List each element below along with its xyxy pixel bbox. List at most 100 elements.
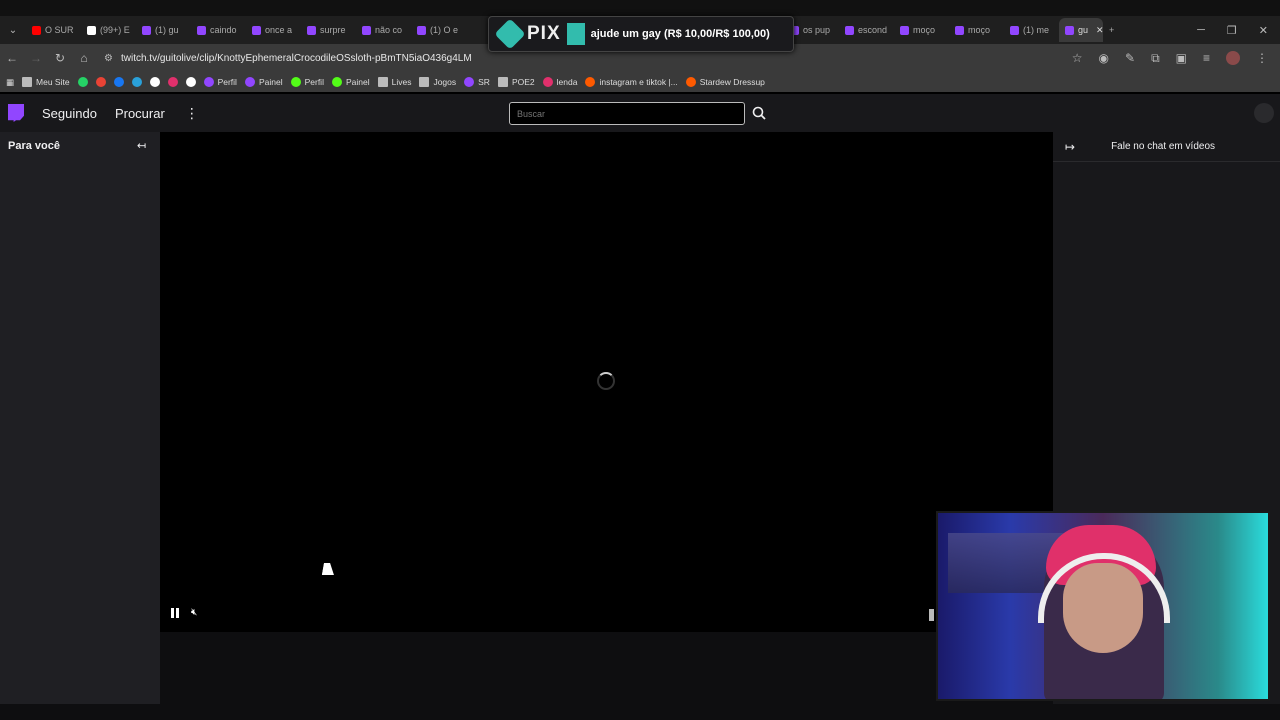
restore-icon[interactable]: ❐: [1227, 24, 1237, 37]
search-input[interactable]: [509, 102, 745, 125]
browser-tab[interactable]: once a: [246, 18, 301, 42]
folder-icon: [497, 77, 508, 87]
tab-label: (1) O e: [430, 25, 459, 35]
bookmark-item[interactable]: Painel: [331, 77, 370, 87]
toolbar-icons: ☆ ◉ ✎ ⧉ ▣ ≡ ⋮: [1072, 51, 1280, 66]
bookmark-star-icon[interactable]: ☆: [1072, 51, 1083, 65]
media-icon[interactable]: ≡: [1203, 51, 1210, 65]
back-icon[interactable]: ←: [0, 51, 24, 65]
volume-slider-handle[interactable]: [929, 609, 934, 621]
bookmark-item[interactable]: [185, 77, 196, 87]
tab-search-icon[interactable]: ⌄: [0, 16, 26, 44]
tab-label: os pup: [803, 25, 831, 35]
bookmark-item[interactable]: [131, 77, 142, 87]
user-avatar[interactable]: [1254, 103, 1274, 123]
twitch-icon: [244, 77, 255, 87]
bookmark-item[interactable]: [95, 77, 106, 87]
bookmark-label: Lives: [391, 77, 412, 87]
url-field[interactable]: ⚙ twitch.tv/guitolive/clip/KnottyEphemer…: [104, 53, 472, 64]
bookmark-item[interactable]: lenda: [542, 77, 577, 87]
browser-tab[interactable]: não co: [356, 18, 411, 42]
bookmark-item[interactable]: SR: [464, 77, 490, 87]
tiktok-icon: [87, 25, 96, 35]
bookmark-label: Painel: [258, 77, 283, 87]
more-icon[interactable]: ⋮: [185, 105, 199, 122]
bookmark-item[interactable]: Jogos: [419, 77, 456, 87]
twitch-icon: [464, 77, 475, 87]
bookmark-item[interactable]: Stardew Dressup: [685, 77, 765, 87]
whatsapp-icon: [77, 77, 88, 87]
browser-tab[interactable]: moço: [949, 18, 1004, 42]
forward-icon[interactable]: →: [24, 51, 48, 65]
bookmark-item[interactable]: Lives: [377, 77, 412, 87]
extensions-icon[interactable]: ⧉: [1151, 51, 1160, 66]
bookmark-label: Meu Site: [36, 77, 70, 87]
pix-donation-overlay: PIX ajude um gay (R$ 10,00/R$ 100,00): [488, 16, 794, 52]
bookmark-label: POE2: [511, 77, 535, 87]
nav-browse[interactable]: Procurar: [115, 106, 165, 121]
tab-label: caindo: [210, 25, 237, 35]
loading-spinner-icon: [597, 372, 615, 390]
browser-tab[interactable]: O SUR: [26, 18, 81, 42]
x-icon: [149, 77, 160, 87]
sidebar-title: Para você: [8, 140, 60, 152]
nav-following[interactable]: Seguindo: [42, 106, 97, 121]
reload-icon[interactable]: ↻: [48, 51, 72, 65]
bookmark-item[interactable]: Perfil: [203, 77, 237, 87]
bookmark-item[interactable]: Meu Site: [22, 77, 70, 87]
home-icon[interactable]: ⌂: [72, 51, 96, 65]
twitch-icon: [900, 25, 909, 35]
browser-tab[interactable]: escond: [839, 18, 894, 42]
bookmark-item[interactable]: [113, 77, 124, 87]
bookmark-item[interactable]: Perfil: [290, 77, 324, 87]
tab-label: surpre: [320, 25, 346, 35]
folder-icon: [419, 77, 430, 87]
browser-tab[interactable]: moço: [894, 18, 949, 42]
instagram-icon: [167, 77, 178, 87]
browser-tab[interactable]: gu ✕: [1059, 18, 1103, 42]
tab-label: O SUR: [45, 25, 74, 35]
browser-tab[interactable]: (1) O e: [411, 18, 466, 42]
browser-tab[interactable]: (1) gu: [136, 18, 191, 42]
expand-chat-icon[interactable]: ↦: [1065, 140, 1075, 154]
tab-label: once a: [265, 25, 293, 35]
pen-icon[interactable]: ✎: [1125, 51, 1135, 65]
bookmark-item[interactable]: Painel: [244, 77, 283, 87]
browser-tab[interactable]: surpre: [301, 18, 356, 42]
bottom-strip: [0, 704, 1280, 720]
camera-icon[interactable]: ◉: [1099, 51, 1109, 65]
twitch-icon: [252, 25, 261, 35]
browser-tab[interactable]: caindo: [191, 18, 246, 42]
menu-icon[interactable]: ⋮: [1256, 51, 1268, 65]
sidepanel-icon[interactable]: ▣: [1176, 51, 1187, 65]
bookmark-item[interactable]: instagram e tiktok |...: [585, 77, 678, 87]
new-tab-button[interactable]: +: [1103, 18, 1123, 42]
tab-label: moço: [913, 25, 936, 35]
close-window-icon[interactable]: ✕: [1259, 24, 1268, 37]
browser-tab[interactable]: (99+) E: [81, 18, 136, 42]
twitch-icon: [203, 77, 214, 87]
video-player[interactable]: 🔇︎: [160, 132, 1053, 632]
site-info-icon[interactable]: ⚙: [104, 53, 113, 64]
twitch-logo-icon[interactable]: [8, 104, 24, 122]
bookmark-item[interactable]: [167, 77, 178, 87]
pause-icon[interactable]: [170, 608, 180, 618]
pix-progress-bar: [566, 23, 585, 45]
collapse-sidebar-icon[interactable]: ↤: [137, 139, 146, 152]
bookmark-item[interactable]: [149, 77, 160, 87]
pix-logo-icon: [494, 18, 526, 50]
bookmarks-bar: ▦ Meu Site Perfil Painel Perfil Painel Lives J…: [0, 72, 1280, 92]
bookmark-item[interactable]: POE2: [497, 77, 535, 87]
bookmark-icon: [585, 77, 596, 87]
minimize-icon[interactable]: ─: [1197, 24, 1205, 37]
bookmark-label: Painel: [345, 77, 370, 87]
close-tab-icon[interactable]: ✕: [1096, 25, 1103, 36]
twitch-icon: [142, 25, 151, 35]
muted-volume-icon[interactable]: 🔇︎: [191, 607, 197, 618]
browser-tab[interactable]: (1) me: [1004, 18, 1059, 42]
search-button[interactable]: [748, 102, 770, 124]
apps-icon[interactable]: ▦: [6, 77, 14, 88]
pix-message: ajude um gay (R$ 10,00/R$ 100,00): [590, 28, 770, 40]
profile-avatar[interactable]: [1226, 51, 1240, 65]
bookmark-item[interactable]: [77, 77, 88, 87]
